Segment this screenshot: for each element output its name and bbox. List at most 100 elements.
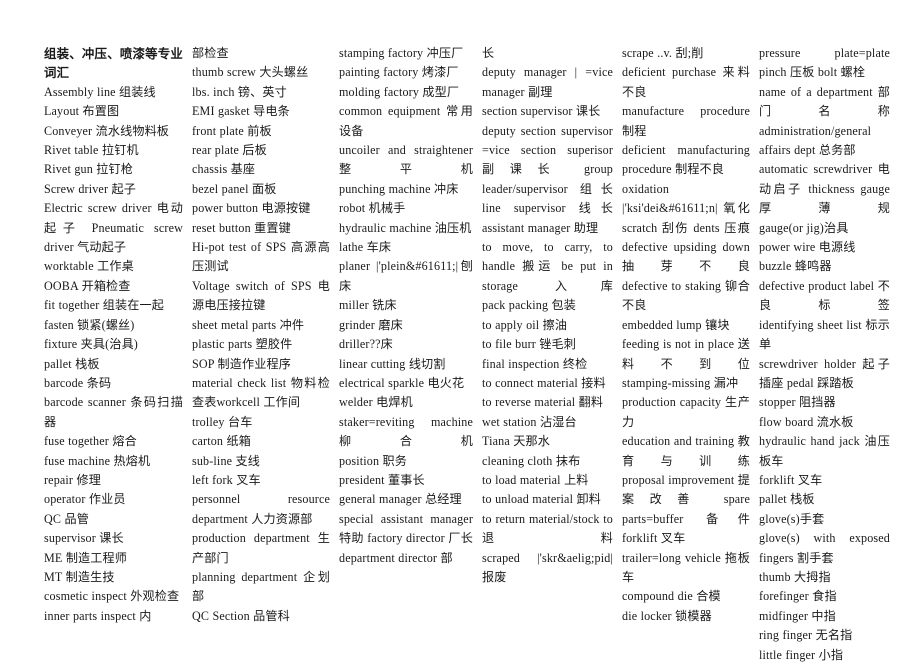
glossary-entry: common equipment 常用设备: [339, 104, 473, 138]
glossary-entry: barcode 条码: [44, 375, 112, 390]
glossary-entry: thumb 大拇指: [759, 569, 831, 584]
glossary-entry: department director 部: [339, 550, 453, 565]
glossary-entry: wet station 沾湿台: [482, 414, 577, 429]
glossary-entry: reset button 重置键: [192, 220, 291, 235]
glossary-entry: fixture 夹具(治具): [44, 337, 138, 352]
glossary-entry: stopper 阻挡器: [759, 395, 836, 410]
glossary-entry: OOBA 开箱检查: [44, 278, 131, 293]
glossary-entry: bezel panel 面板: [192, 181, 277, 196]
glossary-entry: Rivet gun 拉钉枪: [44, 162, 134, 177]
glossary-entry: buzzle 蜂鸣器: [759, 259, 832, 274]
glossary-entry: to move, to carry, to handle 搬运 be put i…: [482, 240, 613, 293]
glossary-entry: pallet 栈板: [759, 492, 815, 507]
glossary-entry: Hi-pot test of SPS 高源高压测试: [192, 240, 330, 274]
glossary-entry: MT 制造生技: [44, 569, 115, 584]
glossary-entry: embedded lump 镶块: [622, 317, 730, 332]
glossary-entry: deputy manager | =vice manager 副理: [482, 65, 613, 99]
glossary-entry: production department 生产部门: [192, 531, 330, 565]
glossary-entry: pressure plate=plate pinch 压板 bolt 螺栓: [759, 46, 890, 80]
glossary-entry: ring finger 无名指: [759, 628, 853, 643]
glossary-entry: stamping factory 冲压厂: [339, 46, 464, 60]
glossary-entry: to reverse material 翻料: [482, 395, 604, 410]
glossary-entry: driller??床: [339, 337, 393, 352]
glossary-entry: fuse machine 热熔机: [44, 453, 151, 468]
glossary-entry: QC 品管: [44, 511, 89, 526]
glossary-entry: Electric screw driver 电动起子 Pneumatic scr…: [44, 201, 183, 255]
glossary-entry: Assembly line 组装线: [44, 84, 156, 99]
glossary-entry: stamping-missing 漏冲: [622, 375, 739, 390]
glossary-entry: to connect material 接料: [482, 375, 606, 390]
glossary-entry: power wire 电源线: [759, 240, 856, 255]
glossary-entry: to return material/stock to 退料: [482, 511, 613, 546]
glossary-entry: 部检查: [192, 46, 229, 60]
glossary-entry: lathe 车床: [339, 240, 392, 255]
glossary-entry: die locker 锁模器: [622, 608, 712, 623]
glossary-entry: assistant manager 助理: [482, 220, 599, 235]
glossary-entry: compound die 合模: [622, 589, 721, 604]
glossary-entry: miller 铣床: [339, 298, 397, 313]
glossary-entry: little finger 小指: [759, 647, 844, 662]
glossary-entry: worktable 工作桌: [44, 259, 134, 274]
text-column-4: scrape ..v. 刮;削 deficient purchase 来料不良 ma…: [622, 44, 759, 626]
glossary-entry: forklift 叉车: [622, 531, 686, 546]
glossary-entry: to load material 上料: [482, 472, 589, 487]
glossary-entry: fit together 组装在一起: [44, 298, 164, 313]
glossary-entry: proposal improvement 提案改善 spare parts=bu…: [622, 472, 750, 526]
glossary-entry: president 董事长: [339, 472, 425, 487]
glossary-entry: ME 制造工程师: [44, 550, 128, 565]
glossary-entry: section supervisor 课长: [482, 104, 601, 119]
glossary-entry: planning department 企划部: [192, 569, 330, 604]
glossary-entry: Layout 布置图: [44, 104, 120, 119]
glossary-entry: automatic screwdriver 电动启子 thickness gau…: [759, 162, 890, 216]
glossary-entry: scraped |'skr&aelig;pid| 报废: [482, 550, 613, 584]
glossary-entry: defective to staking 铆合不良: [622, 278, 750, 313]
glossary-entry: lbs. inch 镑、英寸: [192, 84, 287, 99]
glossary-entry: planer |'plein&#61611;|刨床: [339, 259, 473, 293]
glossary-entry: glove(s)手套: [759, 511, 825, 526]
glossary-entry: midfinger 中指: [759, 608, 836, 623]
glossary-entry: deficient purchase 来料不良: [622, 65, 750, 99]
glossary-entry: hydraulic machine 油压机: [339, 220, 472, 235]
glossary-entry: uncoiler and straightener 整平机: [339, 143, 473, 177]
text-column-0: 组装、冲压、喷漆等专业词汇 Assembly line 组装线 Layout 布置图…: [44, 44, 192, 626]
glossary-entry: education and training 教育与训练: [622, 434, 750, 468]
glossary-entry: position 职务: [339, 453, 408, 468]
glossary-entry: trailer=long vehicle 拖板车: [622, 550, 750, 584]
glossary-entry: welder 电焊机: [339, 395, 413, 410]
text-column-2: stamping factory 冲压厂 painting factory 烤漆厂…: [339, 44, 482, 568]
glossary-entry: rear plate 后板: [192, 143, 267, 158]
glossary-entry: thumb screw 大头螺丝: [192, 65, 309, 80]
glossary-entry: QC Section 品管科: [192, 608, 290, 623]
glossary-entry: staker=reviting machine 柳合机: [339, 414, 473, 449]
glossary-entry: special assistant manager 特助 factory dir…: [339, 511, 473, 546]
glossary-entry: fasten 锁紧(螺丝): [44, 317, 135, 332]
glossary-entry: EMI gasket 导电条: [192, 104, 290, 119]
glossary-entry: deputy section supervisor =vice section …: [482, 123, 613, 216]
glossary-entry: scrape ..v. 刮;削: [622, 46, 704, 60]
glossary-entry: front plate 前板: [192, 123, 272, 138]
glossary-entry: pack packing 包装: [482, 298, 576, 313]
glossary-entry: feeding is not in place 送料不到位: [622, 337, 750, 371]
glossary-entry: hydraulic hand jack 油压板车: [759, 434, 890, 468]
glossary-entry: trolley 台车: [192, 414, 253, 429]
glossary-entry: robot 机械手: [339, 201, 406, 216]
glossary-entry: 长: [482, 46, 495, 60]
glossary-entry: repair 修理: [44, 472, 101, 487]
glossary-entry: defective upsiding down 抽芽不良: [622, 240, 750, 274]
glossary-entry: screwdriver holder 起子插座 pedal 踩踏板: [759, 356, 890, 390]
glossary-entry: identifying sheet list 标示单: [759, 317, 890, 352]
glossary-entry: to unload material 卸料: [482, 492, 601, 507]
glossary-entry: final inspection 终检: [482, 356, 588, 371]
glossary-entry: deficient manufacturing procedure 制程不良: [622, 143, 750, 177]
text-column-5: pressure plate=plate pinch 压板 bolt 螺栓 nam…: [759, 44, 890, 665]
glossary-entry: electrical sparkle 电火花: [339, 375, 465, 390]
glossary-entry: forklift 叉车: [759, 472, 823, 487]
glossary-entry: flow board 流水板: [759, 414, 854, 429]
glossary-entry: barcode scanner 条码扫描器: [44, 395, 183, 429]
text-column-1: 部检查 thumb screw 大头螺丝 lbs. inch 镑、英寸 EMI gas…: [192, 44, 339, 626]
glossary-entry: power button 电源按键: [192, 201, 311, 216]
glossary-entry: defective product label 不良标签: [759, 278, 890, 313]
glossary-entry: cleaning cloth 抹布: [482, 453, 581, 468]
glossary-entry: gauge(or jig)治具: [759, 220, 849, 235]
glossary-entry: inner parts inspect 内: [44, 608, 152, 623]
